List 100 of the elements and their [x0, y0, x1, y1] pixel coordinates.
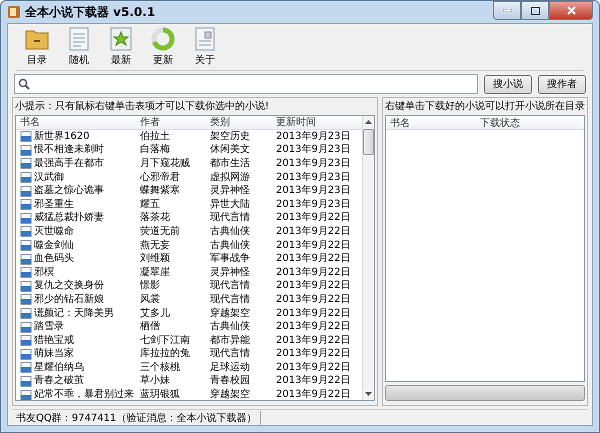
- author-cell-text: 耀五: [139, 198, 161, 211]
- category-cell-text: 古典仙侠: [209, 226, 251, 238]
- date-cell-text: 2013年9月22日: [275, 212, 352, 224]
- window-title: 全本小说下载器 v5.0.1: [25, 4, 156, 20]
- hint-text: 右键单击下载好的小说可以打开小说所在目录: [385, 100, 585, 114]
- column-header[interactable]: 书名: [16, 116, 136, 128]
- maximize-icon: [530, 6, 540, 14]
- author-cell-text: 伯拉土: [139, 130, 171, 143]
- date-cell-text: 2013年9月23日: [275, 144, 352, 156]
- novel-row[interactable]: 猎艳宝戒 七剑下江南 都市异能 2013年9月22日: [16, 334, 362, 348]
- book-title: 猎艳宝戒: [34, 334, 74, 347]
- close-button[interactable]: [549, 1, 593, 20]
- category-cell-text: 青春校园: [209, 375, 251, 388]
- author-cell-text: 凝翠崖: [139, 266, 171, 279]
- date-cell-text: 2013年9月23日: [275, 185, 352, 198]
- book-title: 血色码头: [34, 253, 74, 266]
- search-button[interactable]: 搜小说: [484, 74, 532, 94]
- column-header[interactable]: 书名: [386, 116, 476, 130]
- novel-row[interactable]: 盗墓之惊心诡事 蝶舞紫寒 灵异神怪 2013年9月23日: [16, 184, 362, 198]
- book-title: 新世界1620: [34, 130, 90, 143]
- novel-row[interactable]: 威猛总裁扑娇妻 落茶花 现代言情 2013年9月22日: [16, 212, 362, 226]
- novel-row[interactable]: 汉武御 心邪帝君 虚拟网游 2013年9月23日: [16, 170, 362, 184]
- txt-file-icon: [20, 335, 32, 346]
- category-cell-text: 异世大陆: [209, 198, 251, 211]
- book-title: 邪少的钻石新娘: [34, 294, 104, 306]
- author-cell-text: 心邪帝君: [138, 172, 181, 184]
- book-title: 盗墓之惊心诡事: [34, 185, 104, 198]
- category-cell-text: 都市生活: [209, 158, 251, 170]
- novel-row[interactable]: 邪榠 凝翠崖 灵异神怪 2013年9月22日: [16, 266, 362, 280]
- novel-row[interactable]: 恨不相逢未剃时 白落梅 休闲美文 2013年9月23日: [16, 144, 362, 158]
- novel-row[interactable]: 灭世噬命 荧道无前 古典仙侠 2013年9月22日: [16, 225, 362, 239]
- category-cell-text: 现代言情: [209, 294, 251, 306]
- novel-row[interactable]: 踏雪录 栖僧 古典仙侠 2013年9月22日: [16, 320, 362, 334]
- author-cell-text: 落茶花: [139, 212, 171, 224]
- category-cell-text: 军事战争: [209, 253, 251, 266]
- novel-row[interactable]: 最强高手在都市 月下窥花贼 都市生活 2013年9月23日: [16, 157, 362, 171]
- category-cell-text: 穿越架空: [209, 308, 251, 320]
- novel-row[interactable]: 邪少的钻石新娘 风裳 现代言情 2013年9月22日: [16, 293, 362, 307]
- novel-row[interactable]: 噬金剑仙 燕无妄 古典仙侠 2013年9月22日: [16, 238, 362, 252]
- book-title: 谎颜记：天降美男: [34, 308, 114, 320]
- close-icon: [566, 6, 576, 15]
- novel-row[interactable]: 复仇之交换身份 憬影 现代言情 2013年9月22日: [16, 280, 362, 294]
- novel-row[interactable]: 血色码头 刘维颖 军事战争 2013年9月22日: [16, 252, 362, 266]
- novel-row[interactable]: 星耀伯纳乌 三个核桃 足球运动 2013年9月22日: [16, 361, 362, 375]
- author-cell-text: 蓝玥银狐: [139, 389, 181, 400]
- folder-icon: [25, 28, 49, 50]
- scrollbar-thumb[interactable]: [363, 129, 374, 155]
- date-cell-text: 2013年9月22日: [275, 334, 352, 347]
- document-icon: [69, 27, 89, 51]
- column-header[interactable]: 作者: [136, 116, 206, 128]
- column-header[interactable]: 类别: [206, 116, 272, 128]
- star-document-icon: [110, 27, 132, 51]
- txt-file-icon: [20, 362, 32, 374]
- column-header[interactable]: 下载状态: [476, 116, 584, 130]
- date-cell-text: 2013年9月23日: [275, 158, 352, 170]
- txt-file-icon: [20, 199, 32, 210]
- status-text: 书友QQ群：9747411（验证消息：全本小说下载器）: [12, 410, 262, 424]
- maximize-button[interactable]: [521, 1, 549, 20]
- txt-file-icon: [20, 212, 32, 224]
- search-button[interactable]: 搜作者: [538, 74, 586, 94]
- category-cell-text: 足球运动: [209, 362, 251, 374]
- column-header[interactable]: 更新时间: [272, 116, 362, 128]
- author-cell-text: 库拉拉的兔: [139, 348, 191, 360]
- toolbar-button[interactable]: 随机: [64, 27, 94, 67]
- novel-row[interactable]: 妃常不乖，暴君别过来 蓝玥银狐 穿越架空 2013年9月22日: [16, 388, 362, 400]
- txt-file-icon: [20, 158, 32, 170]
- author-cell-text: 燕无妄: [139, 240, 171, 252]
- book-icon: [7, 5, 21, 19]
- toolbar-button[interactable]: 关于: [190, 27, 220, 67]
- book-title: 青春之破茧: [34, 375, 84, 388]
- book-title: 最强高手在都市: [34, 158, 104, 170]
- toolbar-button[interactable]: 更新: [148, 27, 178, 67]
- scroll-down-icon[interactable]: [365, 392, 372, 396]
- txt-file-icon: [20, 172, 32, 184]
- txt-file-icon: [20, 280, 32, 292]
- book-title: 威猛总裁扑娇妻: [34, 212, 104, 224]
- category-cell-text: 现代言情: [209, 348, 251, 360]
- date-cell-text: 2013年9月22日: [275, 226, 352, 238]
- book-title: 星耀伯纳乌: [34, 362, 84, 374]
- txt-file-icon: [20, 144, 32, 156]
- novel-row[interactable]: 萌妹当家 库拉拉的兔 现代言情 2013年9月22日: [16, 348, 362, 362]
- txt-file-icon: [20, 186, 32, 197]
- novel-row[interactable]: 谎颜记：天降美男 艾多儿 穿越架空 2013年9月22日: [16, 306, 362, 320]
- book-title: 邪榠: [34, 266, 54, 279]
- minimize-button[interactable]: [493, 1, 521, 20]
- scrollbar[interactable]: [362, 116, 374, 400]
- date-cell-text: 2013年9月22日: [275, 375, 352, 388]
- author-cell-text: 刘维颖: [139, 253, 171, 266]
- date-cell-text: 2013年9月22日: [275, 280, 352, 292]
- novel-row[interactable]: 青春之破茧 草小妹 青春校园 2013年9月22日: [16, 374, 362, 388]
- txt-file-icon: [20, 226, 32, 238]
- novel-row[interactable]: 新世界1620 伯拉土 架空历史 2013年9月23日: [16, 130, 362, 144]
- search-field[interactable]: [14, 74, 478, 94]
- date-cell-text: 2013年9月22日: [275, 389, 352, 400]
- toolbar-button[interactable]: 目录: [22, 27, 52, 67]
- novel-row[interactable]: 邪圣重生 耀五 异世大陆 2013年9月23日: [16, 198, 362, 212]
- date-cell-text: 2013年9月22日: [275, 362, 352, 374]
- toolbar-button[interactable]: 最新: [106, 27, 136, 67]
- txt-file-icon: [20, 294, 32, 306]
- scroll-up-icon[interactable]: [365, 120, 372, 124]
